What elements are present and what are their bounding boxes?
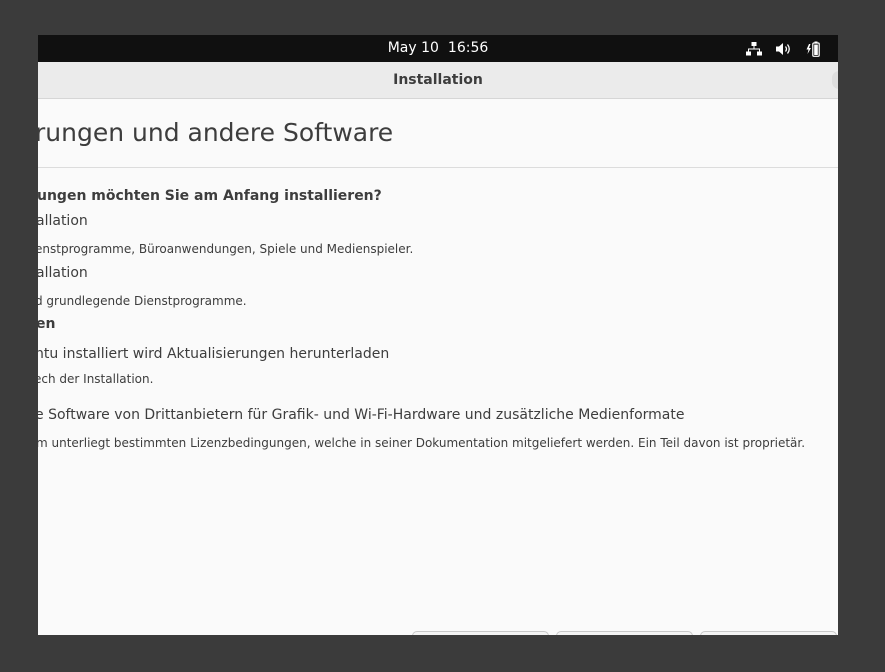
page-title: rungen und andere Software — [38, 118, 394, 147]
screen: May 10 16:56 Installation rungen und and… — [38, 35, 838, 635]
option-minimal-installation[interactable]: allation — [38, 265, 88, 281]
top-bar: May 10 16:56 — [38, 35, 838, 62]
date-label: May 10 — [387, 40, 439, 56]
title-divider — [38, 167, 838, 168]
option-normal-description: enstprogramme, Büroanwendungen, Spiele u… — [38, 242, 414, 256]
third-party-software-description: m unterliegt bestimmten Lizenzbedingunge… — [38, 436, 806, 450]
option-minimal-description: d grundlegende Dienstprogramme. — [38, 294, 247, 308]
continue-button[interactable] — [700, 631, 837, 635]
window-title: Installation — [393, 72, 483, 88]
navigation-buttons — [412, 631, 837, 635]
download-updates-checkbox[interactable]: ntu installiert wird Aktualisierungen he… — [38, 346, 389, 362]
other-options-heading: en — [38, 316, 56, 332]
network-wired-icon[interactable] — [746, 41, 762, 56]
window-titlebar[interactable]: Installation — [38, 62, 838, 99]
installer-content: rungen und andere Software ungen möchten… — [38, 99, 838, 635]
third-party-software-checkbox[interactable]: e Software von Drittanbietern für Grafik… — [38, 407, 685, 423]
clock[interactable]: May 10 16:56 — [38, 40, 838, 56]
time-label: 16:56 — [447, 40, 489, 56]
battery-icon[interactable] — [806, 41, 822, 57]
back-button[interactable] — [556, 631, 693, 635]
option-normal-installation[interactable]: allation — [38, 213, 88, 229]
install-question: ungen möchten Sie am Anfang installieren… — [38, 188, 382, 204]
window-control-button[interactable] — [832, 71, 838, 89]
quit-button[interactable] — [412, 631, 549, 635]
system-tray[interactable] — [746, 40, 822, 57]
volume-icon[interactable] — [776, 42, 792, 56]
download-updates-description: ech der Installation. — [38, 372, 154, 386]
